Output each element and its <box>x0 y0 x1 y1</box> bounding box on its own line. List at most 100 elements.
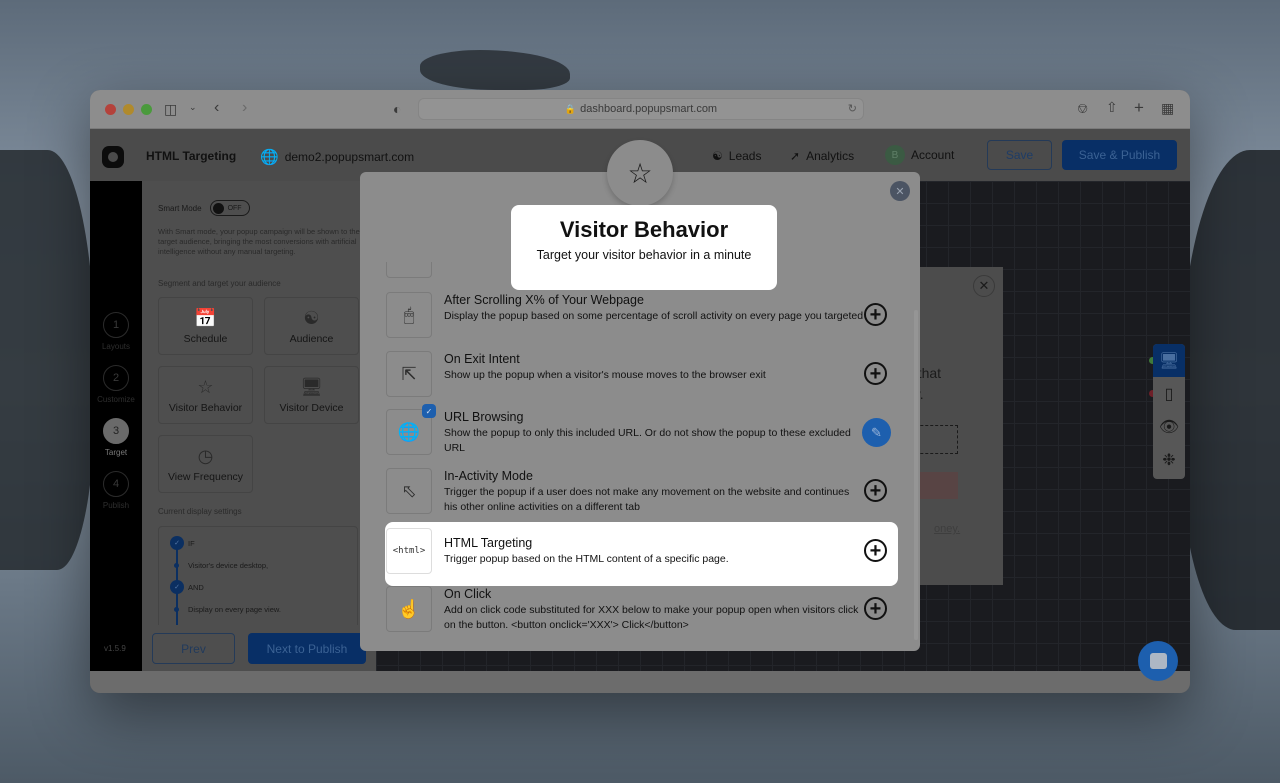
scroll-mouse-icon: 🖱 <box>386 292 432 338</box>
mobile-icon[interactable]: ▯ <box>1153 377 1185 410</box>
step-number: 4 <box>103 471 129 497</box>
maximize-window-button[interactable] <box>141 103 152 115</box>
card-label: Visitor Device <box>279 402 344 414</box>
html-monitor-icon: <html> <box>386 528 432 574</box>
desktop-icon[interactable]: 🖥 <box>1153 344 1185 377</box>
add-icon[interactable]: + <box>864 539 887 562</box>
step-sidebar: 1 Layouts 2 Customize 3 Target 4 Publish… <box>90 181 142 671</box>
prev-button[interactable]: Prev <box>152 633 235 664</box>
add-icon[interactable]: + <box>864 303 887 326</box>
option-url-browsing[interactable]: 🌐 ✓ URL Browsing Show the popup to only … <box>385 403 898 463</box>
step-number: 3 <box>103 418 129 444</box>
close-icon[interactable]: ✕ <box>973 275 995 297</box>
next-to-publish-button[interactable]: Next to Publish <box>248 633 366 664</box>
globe-icon: 🌐 <box>260 149 279 166</box>
back-icon[interactable]: ‹ <box>214 99 219 117</box>
minimize-window-button[interactable] <box>123 103 134 115</box>
option-title: On Exit Intent <box>444 352 520 366</box>
calendar-clock-icon: 📅 <box>194 308 217 328</box>
option-exit-intent[interactable]: ⇱ On Exit Intent Show up the popup when … <box>385 345 898 405</box>
save-button[interactable]: Save <box>987 140 1052 170</box>
target-panel: Smart Mode OFF With Smart mode, your pop… <box>142 181 360 671</box>
option-in-activity-mode[interactable]: ⬁ In-Activity Mode Trigger the popup if … <box>385 462 898 522</box>
step-navigation: Prev Next to Publish <box>142 625 376 671</box>
nav-account[interactable]: B Account <box>885 145 954 165</box>
timeline-text: IF <box>188 539 195 548</box>
option-after-scrolling[interactable]: 🖱 After Scrolling X% of Your Webpage Dis… <box>385 286 898 346</box>
step-target[interactable]: 3 Target <box>102 418 130 457</box>
option-html-targeting[interactable]: <html> HTML Targeting Trigger popup base… <box>385 522 898 586</box>
partial-option-icon <box>386 262 432 278</box>
option-description: Show the popup to only this included URL… <box>444 427 851 454</box>
card-view-frequency[interactable]: ◷ View Frequency <box>158 435 253 493</box>
background-rock <box>1180 150 1280 630</box>
modal-title: Visitor Behavior <box>559 217 729 242</box>
modal-header: Visitor Behavior Target your visitor beh… <box>511 205 777 290</box>
smart-mode-description: With Smart mode, your popup campaign wil… <box>158 227 360 256</box>
option-title: After Scrolling X% of Your Webpage <box>444 293 644 307</box>
share-icon[interactable]: ⇧ <box>1106 99 1118 116</box>
campaign-title: HTML Targeting <box>146 149 237 163</box>
option-description: Trigger the popup if a user does not mak… <box>444 486 850 513</box>
nav-leads[interactable]: ☯ Leads <box>712 149 761 163</box>
forward-icon[interactable]: › <box>242 99 247 117</box>
sidebar-icon[interactable]: ◫ <box>164 101 177 118</box>
avatar: B <box>885 145 905 165</box>
card-visitor-behavior[interactable]: ☆ Visitor Behavior <box>158 366 253 424</box>
background-rock <box>0 150 95 570</box>
step-customize[interactable]: 2 Customize <box>97 365 135 404</box>
timeline-text: AND <box>188 583 204 592</box>
nav-analytics[interactable]: ➚ Analytics <box>790 149 854 163</box>
step-layouts[interactable]: 1 Layouts <box>102 312 130 351</box>
timeline-dot <box>174 563 179 568</box>
cursor-window-icon: ⬁ <box>386 468 432 514</box>
add-icon[interactable]: + <box>864 597 887 620</box>
tab-overview-icon[interactable]: ▦ <box>1161 100 1174 117</box>
reload-icon[interactable]: ↻ <box>848 102 857 115</box>
card-audience[interactable]: ☯ Audience <box>264 297 359 355</box>
card-schedule[interactable]: 📅 Schedule <box>158 297 253 355</box>
step-publish[interactable]: 4 Publish <box>102 471 130 510</box>
chat-support-button[interactable] <box>1138 641 1178 681</box>
address-bar[interactable]: 🔒 dashboard.popupsmart.com ↻ <box>418 98 864 120</box>
timeline-dot <box>174 607 179 612</box>
star-hand-icon: ☆ <box>197 377 214 397</box>
current-settings-heading: Current display settings <box>158 507 242 516</box>
edit-pencil-icon[interactable]: ✎ <box>862 418 891 447</box>
exit-intent-icon: ⇱ <box>386 351 432 397</box>
add-icon[interactable]: + <box>864 479 887 502</box>
website-selector[interactable]: 🌐 demo2.popupsmart.com <box>260 148 414 166</box>
chevron-down-icon[interactable]: ⌄ <box>189 102 197 113</box>
option-description: Show up the popup when a visitor's mouse… <box>444 369 766 381</box>
toggle-state: OFF <box>227 204 242 212</box>
toggle-knob <box>212 202 224 214</box>
devices-icon: 🖥 <box>300 377 323 397</box>
popup-preview-link: oney. <box>934 523 961 535</box>
modal-subtitle: Target your visitor behavior in a minute <box>536 248 752 262</box>
add-icon[interactable]: + <box>864 362 887 385</box>
step-label: Publish <box>102 501 130 510</box>
modal-scrollbar[interactable] <box>914 310 918 640</box>
smart-mode-toggle[interactable]: OFF <box>209 200 250 216</box>
selected-check-icon: ✓ <box>422 404 436 418</box>
new-tab-icon[interactable]: + <box>1134 98 1144 118</box>
modal-close-button[interactable]: ✕ <box>890 181 910 201</box>
bug-icon[interactable]: ❉ <box>1153 443 1185 476</box>
option-title: URL Browsing <box>444 410 524 424</box>
option-description: Trigger popup based on the HTML content … <box>444 553 729 565</box>
download-icon[interactable]: ⎊ <box>1077 100 1088 117</box>
version-label: v1.5.9 <box>104 644 126 653</box>
smart-mode-row: Smart Mode OFF <box>158 200 250 216</box>
popupsmart-logo[interactable] <box>102 146 124 168</box>
step-number: 1 <box>103 312 129 338</box>
close-window-button[interactable] <box>105 103 116 115</box>
option-on-click[interactable]: ☝ On Click Add on click code substituted… <box>385 580 898 640</box>
window-controls <box>105 103 152 115</box>
shield-icon[interactable]: ◐ <box>393 101 401 117</box>
save-and-publish-button[interactable]: Save & Publish <box>1062 140 1177 170</box>
card-visitor-device[interactable]: 🖥 Visitor Device <box>264 366 359 424</box>
url-text: dashboard.popupsmart.com <box>580 103 718 115</box>
nav-account-label: Account <box>911 148 955 162</box>
option-description: Add on click code substituted for XXX be… <box>444 604 859 631</box>
eye-icon[interactable]: 👁 <box>1153 410 1185 443</box>
